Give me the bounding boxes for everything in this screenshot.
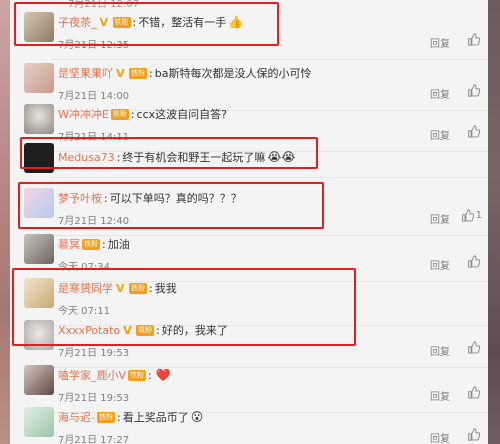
avatar[interactable] [24,104,54,134]
thumbs-up-icon [461,209,474,222]
comment-item: 海与迟- 铁粉 : 看上奖品币了 😮 7月21日 17:27 回复 [10,399,488,444]
avatar[interactable] [24,63,54,93]
colon-separator: : [102,237,106,251]
reply-button[interactable]: 回复 [430,430,450,444]
avatar[interactable] [24,234,54,264]
like-button[interactable] [467,428,482,441]
like-button[interactable]: 1 [461,209,482,222]
fan-badge: 铁粉 [128,369,147,381]
reply-button[interactable]: 回复 [430,211,450,226]
highlight-box [14,2,279,46]
like-button[interactable] [467,33,482,46]
like-button[interactable] [467,341,482,354]
like-button[interactable] [467,255,482,268]
thumbs-up-icon [468,33,480,46]
like-count: 1 [475,210,482,221]
colon-separator: : [149,66,153,80]
comment-username[interactable]: 是坚果果吖 [58,65,113,81]
thumbs-up-icon [468,341,480,354]
colon-separator: : [116,410,121,424]
comment-username[interactable]: 嗑学家_鹿小V [58,367,126,383]
fan-badge: 铁粉 [110,108,129,120]
reply-button[interactable]: 回复 [430,35,450,50]
thumbs-up-icon [468,428,480,441]
highlight-box [20,137,318,169]
fan-badge: 铁粉 [82,238,100,250]
comment-text: 看上奖品币了 [122,411,189,424]
verified-v-icon: V [116,66,125,80]
comment-username[interactable]: 海与迟- [58,409,95,425]
fan-badge: 铁粉 [129,67,147,79]
avatar[interactable] [24,365,54,395]
left-background-strip [0,0,10,444]
comment-text: ba斯特每次都是没人保的小可怜 [154,67,312,80]
thumbs-up-icon [468,386,480,399]
thumbs-up-icon [468,125,480,138]
colon-separator: : [148,368,152,382]
like-button[interactable] [467,386,482,399]
comment-list: 7月21日 12:07 子夜茶_ V 铁粉 : 不错，整活有一手 👍 7月21日… [10,0,488,444]
fan-badge: 铁粉 [96,411,115,423]
comment-text: ccx这波自问自答? [136,108,227,121]
comment-text: 加油 [107,238,130,251]
like-button[interactable] [467,125,482,138]
heart-emoji-icon: ❤️ [155,368,171,382]
surprised-emoji-icon: 😮 [190,410,204,424]
comment-time: 7月21日 17:27 [58,435,130,444]
highlight-box [12,268,356,346]
thumbs-up-icon [468,255,480,268]
avatar[interactable] [24,407,54,437]
highlight-box [18,182,324,229]
comment-username[interactable]: 慕冥 [58,236,80,252]
colon-separator: : [130,107,135,121]
right-background-strip [488,0,500,444]
reply-button[interactable]: 回复 [430,343,450,358]
comment-username[interactable]: W冲冲冲E [58,106,109,122]
divider [50,177,488,178]
